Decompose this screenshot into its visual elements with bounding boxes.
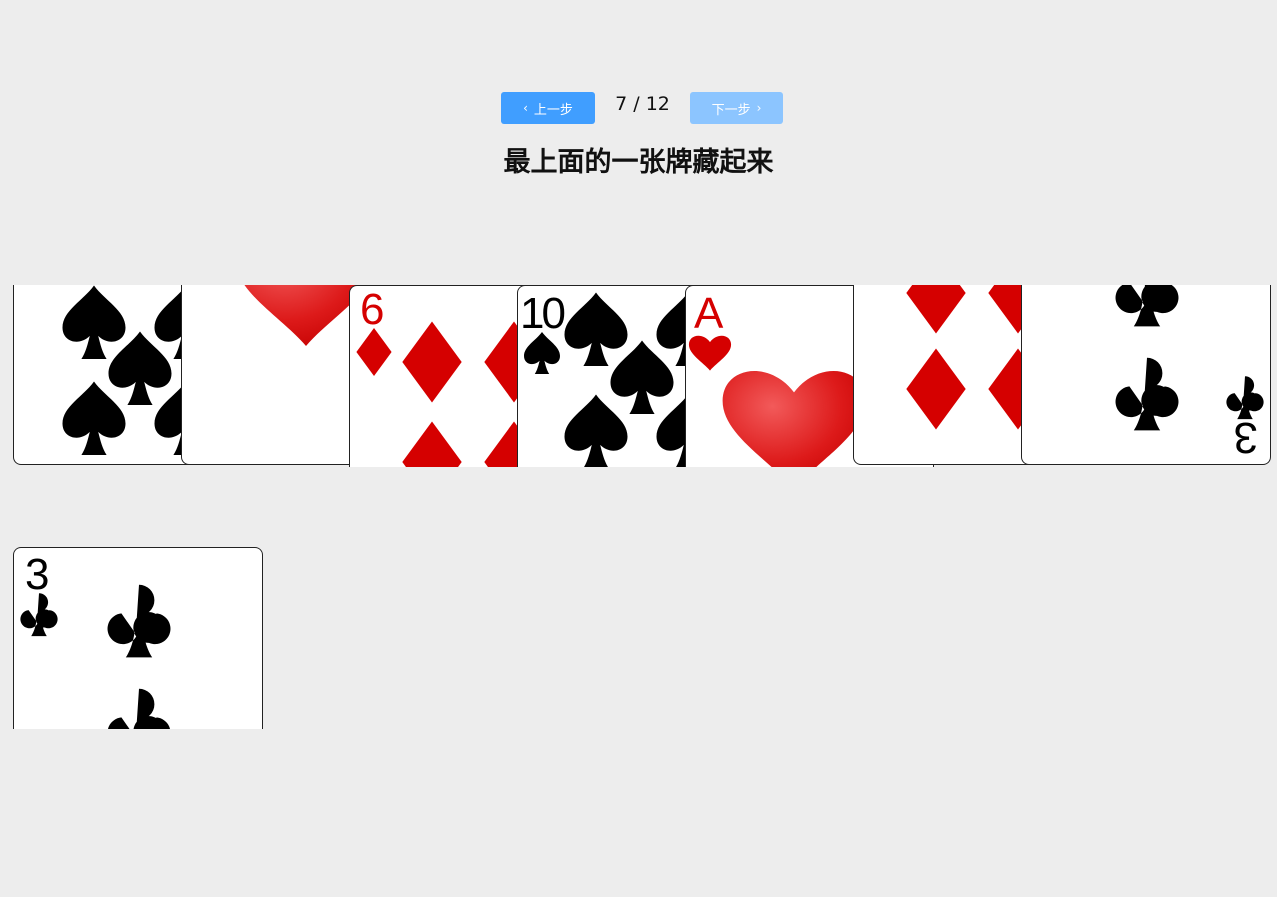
page-title: 最上面的一张牌藏起来 [503,147,774,178]
next-step-button[interactable]: 下一步 › [690,92,783,124]
card-row: 6 10 A 3 [13,285,1271,467]
chevron-right-icon: › [756,101,762,115]
step-indicator: 7 / 12 [615,93,670,115]
chevron-left-icon: ‹ [523,101,528,115]
hidden-card-3-clubs[interactable]: 3 [13,547,263,729]
club-pips [20,584,171,729]
next-step-label: 下一步 [711,102,751,118]
step-toolbar: ‹ 上一步 7 / 12 下一步 › [0,92,1277,124]
prev-step-button[interactable]: ‹ 上一步 [501,92,595,124]
prev-step-label: 上一步 [533,102,573,118]
club-pips: 3 [1115,285,1264,462]
card-rank-inverted: 3 [1234,413,1258,462]
card-3-clubs[interactable]: 3 [1021,285,1271,465]
